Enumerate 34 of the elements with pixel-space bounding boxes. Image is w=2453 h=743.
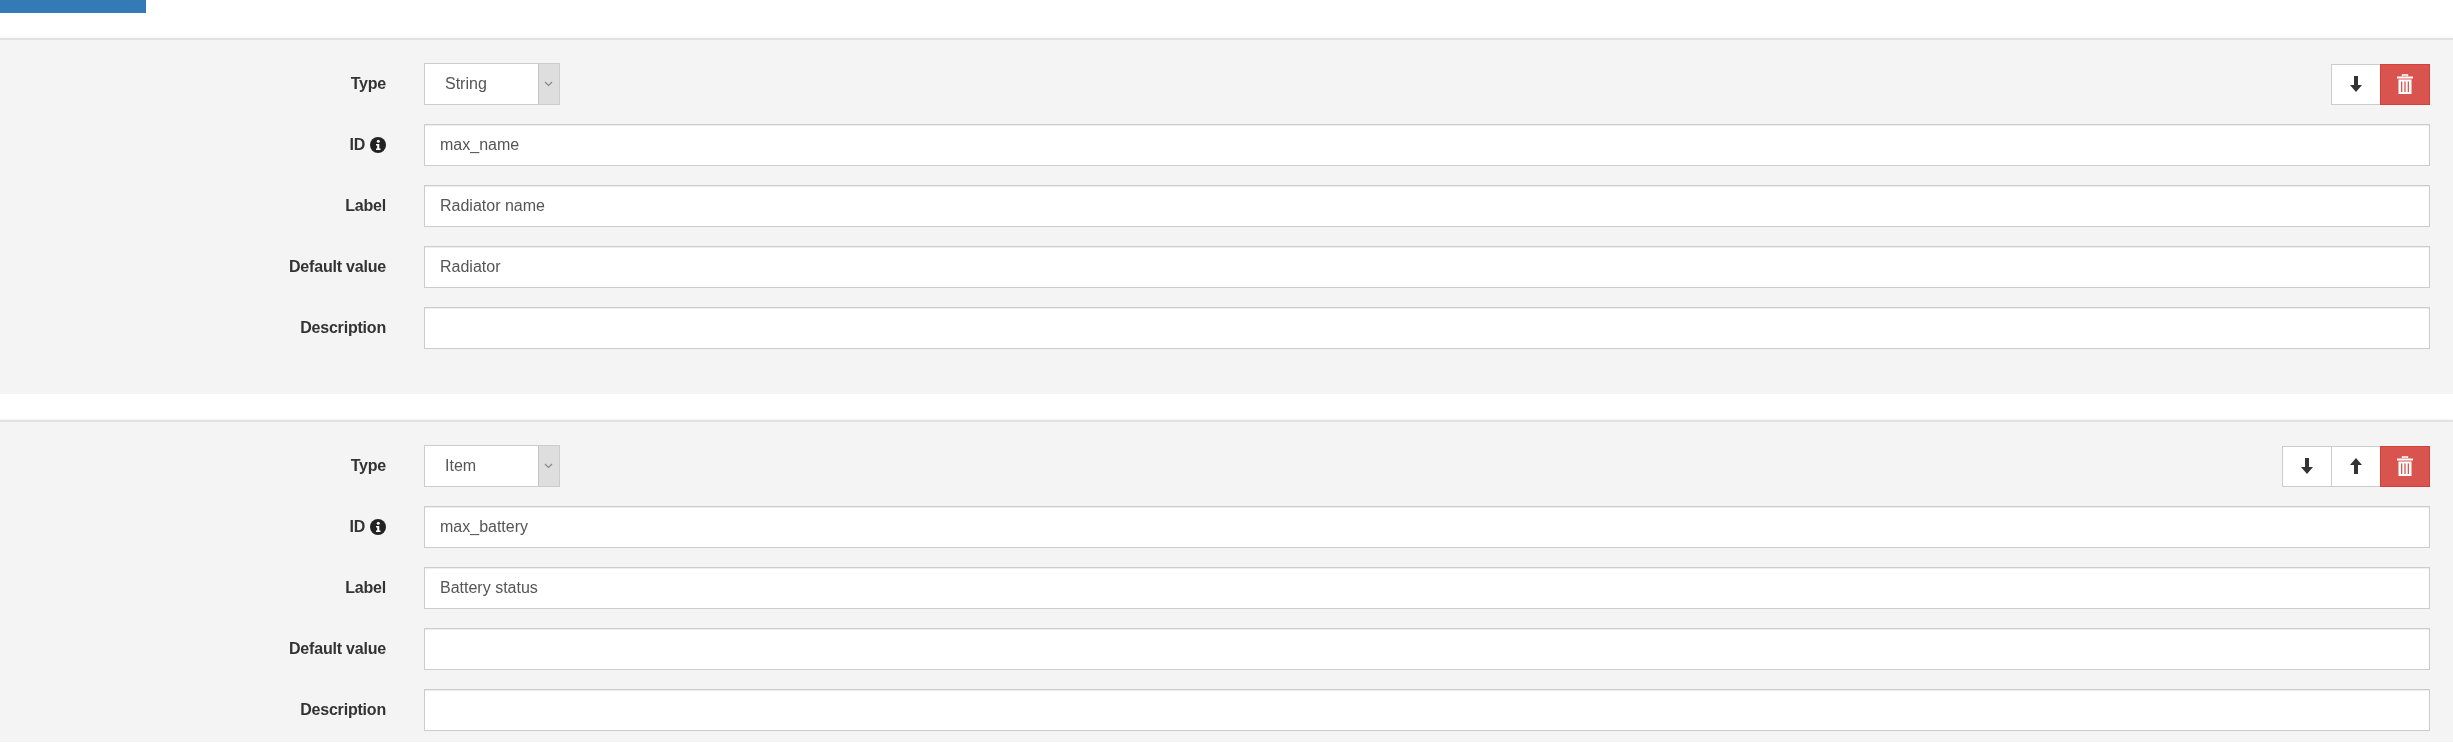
trash-icon bbox=[2397, 74, 2413, 94]
field-label: Label bbox=[345, 197, 386, 215]
text-field[interactable] bbox=[424, 628, 2430, 670]
text-field[interactable]: max_name bbox=[424, 124, 2430, 166]
field-label: Type bbox=[350, 75, 386, 93]
field-label: ID bbox=[349, 136, 365, 154]
field-label: Default value bbox=[289, 640, 386, 658]
arrow-down-icon bbox=[2301, 458, 2313, 474]
field-label: Label bbox=[345, 579, 386, 597]
trash-icon bbox=[2397, 456, 2413, 476]
move-down-button[interactable] bbox=[2282, 445, 2332, 487]
field-label: Description bbox=[300, 319, 386, 337]
text-field[interactable]: Radiator bbox=[424, 246, 2430, 288]
text-field[interactable] bbox=[424, 307, 2430, 349]
chevron-icon bbox=[538, 64, 559, 104]
type-select[interactable]: String bbox=[424, 63, 560, 105]
type-select[interactable]: Item bbox=[424, 445, 560, 487]
delete-button[interactable] bbox=[2380, 445, 2430, 487]
chevron-icon bbox=[538, 446, 559, 486]
field-label: ID bbox=[349, 518, 365, 536]
text-field[interactable]: max_battery bbox=[424, 506, 2430, 548]
text-field[interactable]: Battery status bbox=[424, 567, 2430, 609]
field-label: Default value bbox=[289, 258, 386, 276]
info-icon[interactable] bbox=[370, 137, 386, 153]
info-icon[interactable] bbox=[370, 519, 386, 535]
delete-button[interactable] bbox=[2380, 63, 2430, 105]
text-field[interactable] bbox=[424, 689, 2430, 731]
arrow-down-icon bbox=[2350, 76, 2362, 92]
field-label: Type bbox=[350, 457, 386, 475]
text-field[interactable]: Radiator name bbox=[424, 185, 2430, 227]
field-label: Description bbox=[300, 701, 386, 719]
move-down-button[interactable] bbox=[2331, 63, 2381, 105]
arrow-up-icon bbox=[2350, 458, 2362, 474]
move-up-button[interactable] bbox=[2331, 445, 2381, 487]
